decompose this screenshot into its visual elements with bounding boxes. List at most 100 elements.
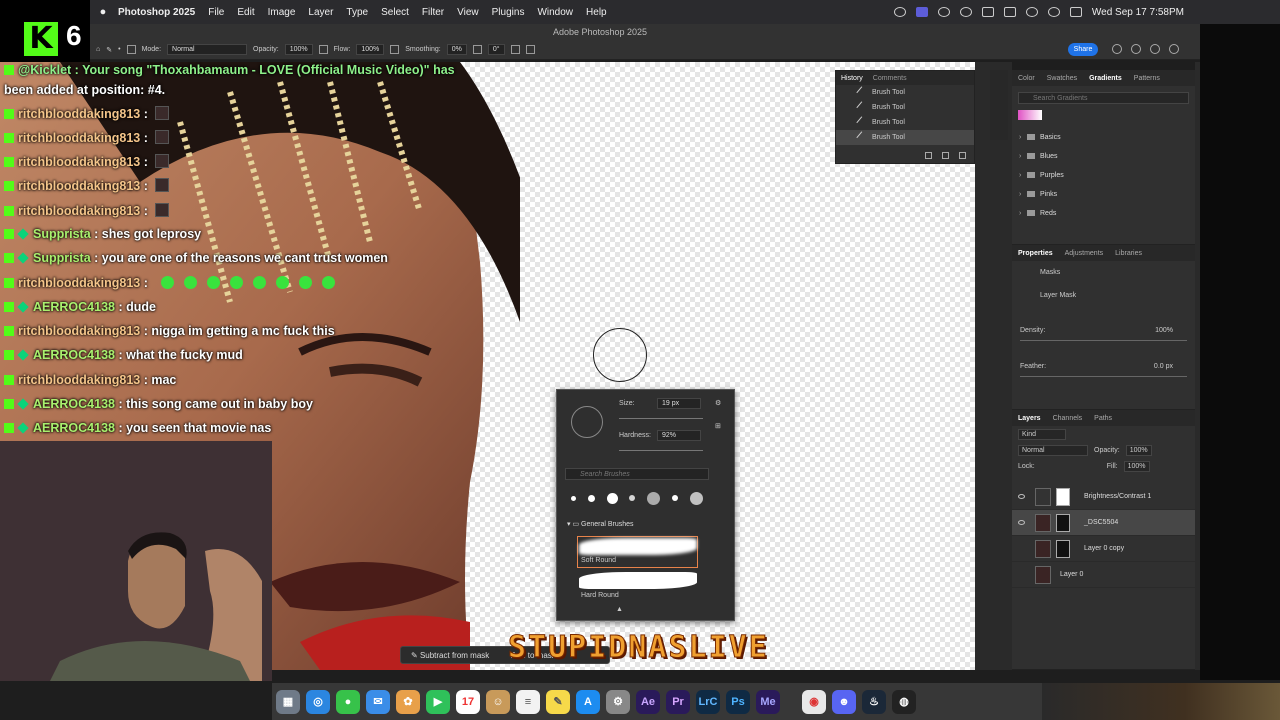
brush-size-icon[interactable]: • (118, 46, 120, 53)
premiere-icon[interactable]: Pr (666, 689, 690, 714)
hard-round-stroke[interactable] (579, 572, 697, 589)
history-item-selected[interactable]: Brush Tool (836, 130, 974, 145)
launchpad-icon[interactable]: ▦ (276, 689, 300, 714)
menu-image[interactable]: Image (268, 7, 296, 18)
feather-slider[interactable] (1020, 376, 1187, 377)
tab-patterns[interactable]: Patterns (1134, 75, 1160, 82)
picker-settings-icon[interactable]: ⚙ (715, 399, 721, 407)
menu-plugins[interactable]: Plugins (492, 7, 525, 18)
layer-row[interactable]: Layer 0 (1012, 562, 1195, 588)
preset-soft-round[interactable]: Soft Round (581, 557, 616, 564)
density-slider[interactable] (1020, 340, 1187, 341)
brush-tip[interactable] (647, 491, 661, 505)
menu-select[interactable]: Select (381, 7, 409, 18)
after-effects-icon[interactable]: Ae (636, 689, 660, 714)
notes-icon[interactable]: ✎ (546, 689, 570, 714)
brush-tip[interactable] (606, 492, 618, 504)
finder-icon[interactable]: ☺ (486, 689, 510, 714)
tab-color[interactable]: Color (1018, 75, 1035, 82)
brush-tip[interactable] (570, 495, 576, 501)
screen-record-icon[interactable] (915, 7, 928, 17)
creative-cloud-icon[interactable] (893, 7, 906, 17)
recent-gradient-swatch[interactable] (1018, 110, 1042, 120)
brush-search-input[interactable]: Search Brushes (565, 468, 709, 480)
gradient-folder-reds[interactable]: Reds (1012, 204, 1195, 223)
layer-row-selected[interactable]: _DSC5504 (1012, 510, 1195, 536)
blend-mode-select[interactable]: Normal (1018, 444, 1088, 456)
symmetry-icon[interactable] (525, 45, 535, 54)
preset-hard-round[interactable]: Hard Round (581, 592, 619, 599)
brush-tip[interactable] (587, 494, 595, 502)
visibility-eye-icon[interactable] (1018, 520, 1025, 525)
menu-help[interactable]: Help (586, 7, 607, 18)
tab-comments[interactable]: Comments (873, 75, 907, 82)
tab-adjustments[interactable]: Adjustments (1065, 250, 1104, 257)
new-document-icon[interactable] (925, 152, 932, 159)
chrome-icon[interactable]: ◉ (802, 689, 826, 714)
smoothing-options-icon[interactable] (472, 45, 482, 54)
photos-icon[interactable]: ✿ (396, 689, 420, 714)
battery-icon[interactable] (1003, 7, 1016, 17)
layer-row[interactable]: Brightness/Contrast 1 (1012, 484, 1195, 510)
opacity-field[interactable]: 100% (284, 44, 313, 55)
notifications-icon[interactable] (1112, 44, 1122, 54)
gradient-folder-blues[interactable]: Blues (1012, 147, 1195, 166)
size-field[interactable]: 19 px (657, 398, 701, 409)
trash-icon[interactable] (959, 152, 966, 159)
tab-channels[interactable]: Channels (1053, 415, 1083, 422)
menu-layer[interactable]: Layer (308, 7, 333, 18)
mode-select[interactable]: Normal (167, 44, 248, 55)
menu-file[interactable]: File (208, 7, 224, 18)
obs-icon[interactable]: ◍ (892, 689, 916, 714)
density-value[interactable]: 100% (1155, 327, 1173, 334)
size-slider[interactable] (619, 418, 703, 419)
history-item[interactable]: Brush Tool (836, 115, 974, 130)
tab-paths[interactable]: Paths (1094, 415, 1112, 422)
workspace-icon[interactable] (1169, 44, 1179, 54)
menu-window[interactable]: Window (537, 7, 573, 18)
brush-folder[interactable]: ▾ ▭ General Brushes (567, 520, 634, 528)
mail-icon[interactable]: ✉ (366, 689, 390, 714)
feather-value[interactable]: 0.0 px (1154, 363, 1173, 370)
pressure-size-icon[interactable] (510, 45, 520, 54)
discord-icon[interactable]: ☻ (832, 689, 856, 714)
home-icon[interactable]: ⌂ (96, 46, 100, 53)
spotlight-icon[interactable] (1047, 7, 1060, 17)
angle-field[interactable]: 0° (487, 44, 505, 55)
facetime-icon[interactable]: ▶ (426, 689, 450, 714)
tab-libraries[interactable]: Libraries (1115, 250, 1142, 257)
layer-mask-thumb[interactable] (1056, 514, 1070, 532)
tab-swatches[interactable]: Swatches (1047, 75, 1077, 82)
lightroom-icon[interactable]: LrC (696, 689, 720, 714)
app-store-icon[interactable]: A (576, 689, 600, 714)
airbrush-icon[interactable] (390, 45, 400, 54)
history-item[interactable]: Brush Tool (836, 100, 974, 115)
layer-filter-select[interactable]: Kind (1018, 428, 1066, 440)
hardness-field[interactable]: 92% (657, 430, 701, 441)
gradient-search-input[interactable]: Search Gradients (1018, 92, 1189, 104)
tab-gradients[interactable]: Gradients (1089, 75, 1122, 82)
media-encoder-icon[interactable]: Me (756, 689, 780, 714)
tab-properties[interactable]: Properties (1018, 250, 1053, 257)
keyboard-icon[interactable] (981, 7, 994, 17)
menu-app-name[interactable]: Photoshop 2025 (118, 7, 195, 18)
snapshot-icon[interactable] (942, 152, 949, 159)
calendar-icon[interactable]: 17 (456, 689, 480, 714)
messages-icon[interactable]: ● (336, 689, 360, 714)
wifi-icon[interactable] (1025, 7, 1038, 17)
control-center-icon[interactable] (1069, 7, 1082, 17)
soft-round-stroke[interactable] (579, 538, 697, 555)
share-button[interactable]: Share (1068, 43, 1098, 56)
layer-row[interactable]: Layer 0 copy (1012, 536, 1195, 562)
brush-tool-icon[interactable]: ✎ (106, 46, 112, 54)
brush-tip[interactable] (689, 491, 703, 505)
history-item[interactable]: Brush Tool (836, 85, 974, 100)
discover-icon[interactable] (1150, 44, 1160, 54)
brush-angle-preview[interactable] (571, 406, 603, 438)
menu-filter[interactable]: Filter (422, 7, 444, 18)
search-icon[interactable] (1131, 44, 1141, 54)
gradient-folder-pinks[interactable]: Pinks (1012, 185, 1195, 204)
smoothing-field[interactable]: 0% (446, 44, 467, 55)
layer-mask-thumb[interactable] (1056, 540, 1070, 558)
flow-field[interactable]: 100% (356, 44, 385, 55)
